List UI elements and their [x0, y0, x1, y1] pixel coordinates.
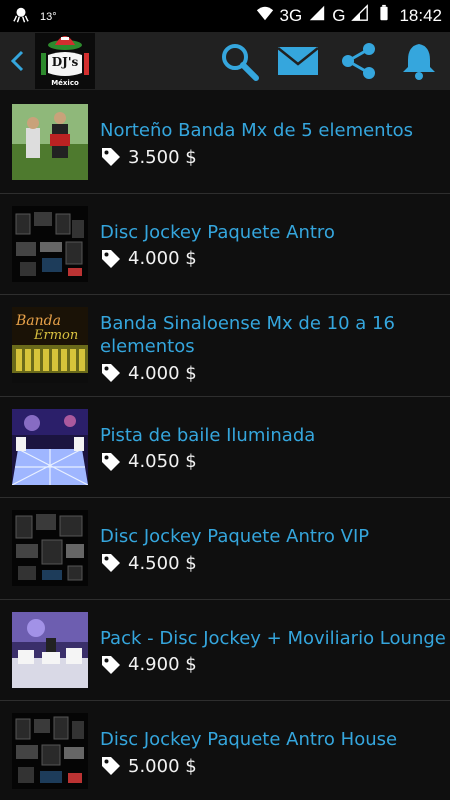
signal-icon-secondary — [351, 4, 369, 27]
price-tag-icon — [102, 757, 120, 775]
product-price-value: 4.050 $ — [128, 451, 197, 472]
product-thumbnail — [12, 104, 88, 180]
product-price-value: 3.500 $ — [128, 146, 197, 168]
share-icon — [342, 43, 375, 79]
svg-text:Banda: Banda — [15, 313, 61, 329]
app-logo[interactable]: DJ's México — [35, 33, 95, 89]
list-item[interactable]: Norteño Banda Mx de 5 elementos 3.500 $ — [0, 92, 450, 194]
network-type: 3G — [279, 5, 303, 25]
notification-temperature: 13° — [40, 10, 57, 23]
svg-text:México: México — [51, 79, 79, 87]
product-price-value: 4.000 $ — [128, 248, 197, 269]
search-button[interactable] — [218, 40, 260, 82]
product-title[interactable]: Banda Sinaloense Mx de 10 a 16 elementos — [100, 312, 450, 358]
chevron-left-icon — [10, 50, 24, 72]
svg-text:DJ's: DJ's — [52, 55, 79, 69]
product-title[interactable]: Disc Jockey Paquete Antro VIP — [100, 525, 450, 548]
list-item[interactable]: Pista de baile Iluminada 4.050 $ — [0, 397, 450, 498]
product-thumbnail: Banda Ermon — [12, 307, 88, 383]
list-item[interactable]: Disc Jockey Paquete Antro VIP 4.500 $ — [0, 498, 450, 600]
app-bar: DJ's México — [0, 32, 450, 90]
price-tag-icon — [102, 655, 120, 674]
price-tag-icon — [102, 249, 120, 268]
bell-icon — [403, 44, 435, 80]
product-list: Norteño Banda Mx de 5 elementos 3.500 $ — [0, 92, 450, 800]
battery-icon — [375, 4, 393, 27]
product-title[interactable]: Disc Jockey Paquete Antro — [100, 221, 450, 244]
product-price: 3.500 $ — [100, 146, 197, 168]
product-thumbnail — [12, 611, 88, 688]
message-button[interactable] — [277, 40, 319, 82]
product-title[interactable]: Pista de baile Iluminada — [100, 424, 450, 447]
product-price-value: 4.500 $ — [128, 552, 197, 574]
product-price: 4.900 $ — [100, 654, 197, 676]
product-thumbnail — [12, 205, 88, 282]
product-price: 4.000 $ — [100, 248, 197, 270]
product-thumbnail — [12, 510, 88, 586]
list-item[interactable]: Banda Ermon Banda Sinaloense Mx de 10 a … — [0, 295, 450, 397]
product-price-value: 4.900 $ — [128, 654, 197, 675]
list-item[interactable]: Disc Jockey Paquete Antro 4.000 $ — [0, 194, 450, 295]
search-icon — [222, 44, 259, 81]
product-title[interactable]: Pack - Disc Jockey + Moviliario Lounge — [100, 627, 450, 650]
product-price: 5.000 $ — [100, 755, 197, 777]
product-price: 4.000 $ — [100, 362, 197, 384]
price-tag-icon — [102, 364, 120, 382]
product-title[interactable]: Disc Jockey Paquete Antro House — [100, 728, 450, 751]
notifications-button[interactable] — [398, 40, 440, 82]
product-price-value: 4.000 $ — [128, 362, 197, 384]
list-item[interactable]: Pack - Disc Jockey + Moviliario Lounge 4… — [0, 600, 450, 701]
status-bar: 13° 3G G 18:42 — [0, 0, 450, 32]
list-item[interactable]: Disc Jockey Paquete Antro House 5.000 $ — [0, 701, 450, 800]
share-button[interactable] — [338, 40, 380, 82]
wifi-icon — [256, 4, 274, 27]
price-tag-icon — [102, 452, 120, 471]
product-thumbnail — [12, 408, 88, 485]
envelope-icon — [277, 47, 319, 75]
product-price-value: 5.000 $ — [128, 755, 197, 777]
back-button[interactable] — [6, 46, 30, 76]
price-tag-icon — [102, 554, 120, 572]
signal-icon — [308, 4, 326, 27]
product-price: 4.050 $ — [100, 451, 197, 473]
product-price: 4.500 $ — [100, 552, 197, 574]
network-type-secondary: G — [332, 5, 346, 25]
product-thumbnail — [12, 713, 88, 789]
octopus-notification-icon — [12, 6, 30, 27]
price-tag-icon — [102, 148, 120, 166]
clock: 18:42 — [399, 5, 442, 25]
product-title[interactable]: Norteño Banda Mx de 5 elementos — [100, 119, 450, 142]
svg-text:Ermon: Ermon — [33, 328, 78, 343]
